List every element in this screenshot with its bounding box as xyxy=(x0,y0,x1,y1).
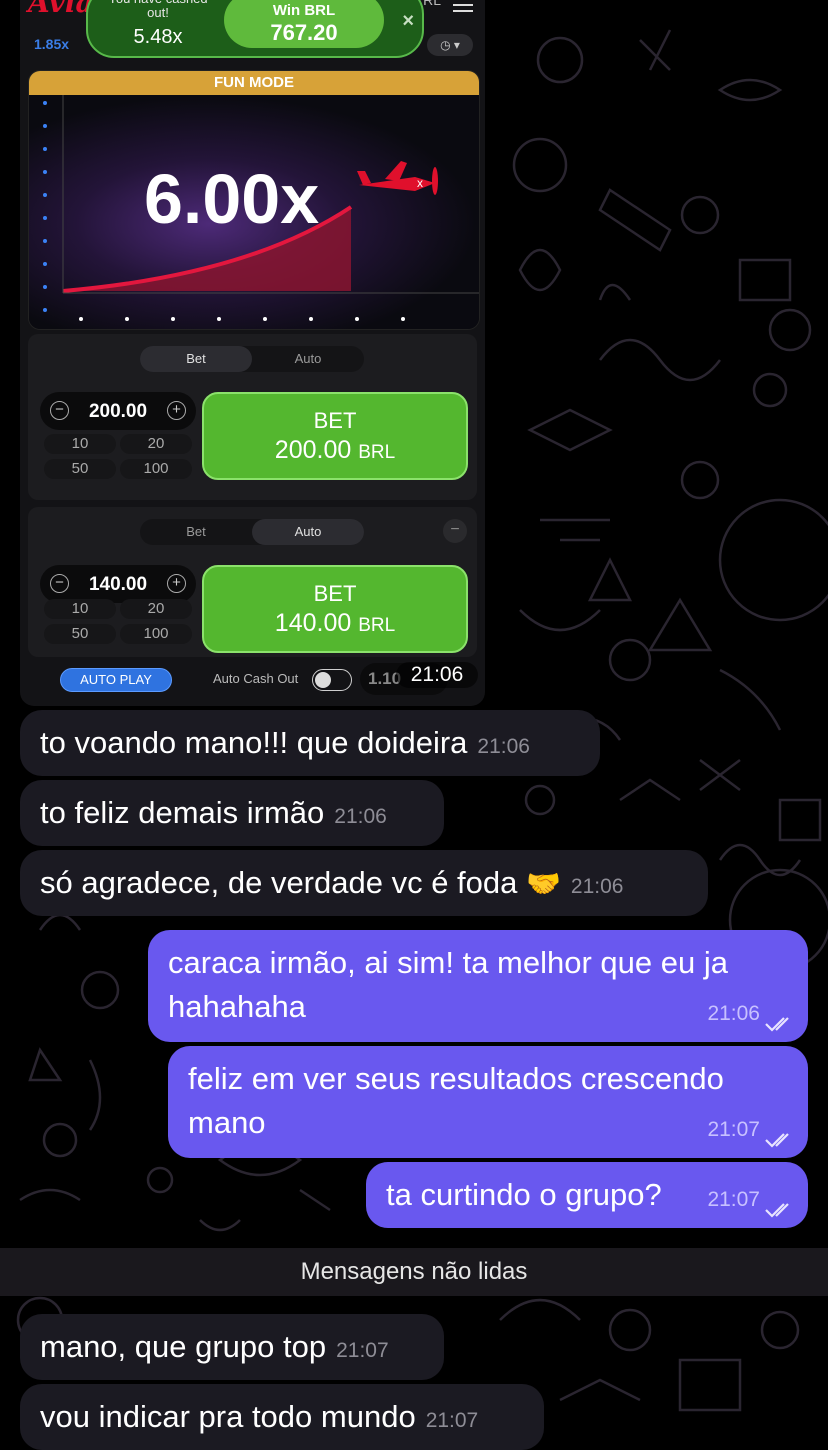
win-label: Win BRL xyxy=(272,2,336,19)
tab-bet[interactable]: Bet xyxy=(140,519,252,545)
quick-amount-chip[interactable]: 100 xyxy=(120,459,192,479)
bet-panel-2: Bet Auto − − 140.00 + 10 20 50 100 BET 1… xyxy=(28,507,477,657)
quick-amount-chip[interactable]: 100 xyxy=(120,624,192,644)
quick-amount-chip[interactable]: 10 xyxy=(44,434,116,454)
message-text: to feliz demais irmão xyxy=(40,795,325,830)
balance-currency: RL xyxy=(423,0,441,8)
plus-button[interactable]: + xyxy=(167,401,186,420)
aviator-game-screenshot: Aviator 1.85x RL ◷ ▾ You have cashed out… xyxy=(20,0,485,706)
read-ticks-icon xyxy=(765,1017,789,1032)
flight-stage: FUN MODE 6.00x x xyxy=(28,70,480,330)
unread-messages-divider: Mensagens não lidas xyxy=(0,1248,828,1296)
message-text: feliz em ver seus resultados crescendo m… xyxy=(188,1061,724,1140)
read-ticks-icon xyxy=(765,1133,789,1148)
auto-play-button[interactable]: AUTO PLAY xyxy=(60,668,172,692)
message-time: 21:07 xyxy=(425,1409,479,1432)
quick-amount-chip[interactable]: 50 xyxy=(44,624,116,644)
bet-button[interactable]: BET 200.00 BRL xyxy=(202,392,468,480)
message-bubble-incoming[interactable]: só agradece, de verdade vc é foda 🤝 21:06 xyxy=(20,850,708,916)
message-text: to voando mano!!! que doideira xyxy=(40,725,468,760)
bet-button-currency: BRL xyxy=(358,442,396,463)
tab-auto[interactable]: Auto xyxy=(252,519,364,545)
message-bubble-incoming[interactable]: mano, que grupo top 21:07 xyxy=(20,1314,444,1380)
bet-button-label: BET xyxy=(313,408,357,433)
cashed-out-label: You have cashed out! xyxy=(108,0,207,20)
bet-mode-switch: Bet Auto xyxy=(140,519,364,545)
bet-button[interactable]: BET 140.00 BRL xyxy=(202,565,468,653)
message-bubble-incoming[interactable]: to feliz demais irmão 21:06 xyxy=(20,780,444,846)
message-bubble-outgoing[interactable]: feliz em ver seus resultados crescendo m… xyxy=(168,1046,808,1158)
bet-amount-value[interactable]: 140.00 xyxy=(72,574,164,596)
tab-auto[interactable]: Auto xyxy=(252,346,364,372)
message-time: 21:07 xyxy=(707,1188,760,1211)
history-button[interactable]: ◷ ▾ xyxy=(427,34,473,56)
message-bubble-incoming[interactable]: to voando mano!!! que doideira 21:06 xyxy=(20,710,600,776)
message-time: 21:06 xyxy=(570,875,624,898)
quick-amount-chip[interactable]: 50 xyxy=(44,459,116,479)
bet-button-amount: 200.00 xyxy=(274,436,352,464)
x-axis-dots xyxy=(79,308,479,329)
svg-text:x: x xyxy=(417,176,423,190)
message-text: vou indicar pra todo mundo xyxy=(40,1399,416,1434)
message-time: 21:07 xyxy=(336,1339,389,1362)
read-ticks-icon xyxy=(765,1203,789,1218)
message-time: 21:06 xyxy=(334,805,387,828)
bet-button-amount: 140.00 xyxy=(274,609,352,637)
close-icon[interactable]: × xyxy=(402,10,414,33)
message-text: mano, que grupo top xyxy=(40,1329,327,1364)
message-time: 21:07 xyxy=(707,1118,760,1141)
bet-mode-switch: Bet Auto xyxy=(140,346,364,372)
message-text: ta curtindo o grupo? xyxy=(386,1177,662,1212)
remove-panel-button[interactable]: − xyxy=(443,519,467,543)
message-time: 21:06 xyxy=(477,735,530,758)
message-text: caraca irmão, ai sim! ta melhor que eu j… xyxy=(168,945,728,1024)
clock-icon: ◷ xyxy=(440,38,451,52)
bet-amount-stepper: − 140.00 + xyxy=(40,565,196,603)
message-bubble-outgoing[interactable]: ta curtindo o grupo? 21:07 xyxy=(366,1162,808,1228)
cashout-toast: You have cashed out! 5.48x Win BRL 767.2… xyxy=(86,0,424,58)
message-bubble-outgoing[interactable]: caraca irmão, ai sim! ta melhor que eu j… xyxy=(148,930,808,1042)
flight-multiplier: 6.00x xyxy=(144,160,320,238)
win-pill: Win BRL 767.20 xyxy=(224,0,384,48)
media-timestamp: 21:06 xyxy=(396,662,478,688)
bet-amount-value[interactable]: 200.00 xyxy=(72,401,164,423)
plus-button[interactable]: + xyxy=(167,574,186,593)
quick-amount-chip[interactable]: 10 xyxy=(44,599,116,619)
tab-bet[interactable]: Bet xyxy=(140,346,252,372)
chevron-down-icon: ▾ xyxy=(453,38,460,52)
win-amount: 767.20 xyxy=(270,20,338,45)
recent-multiplier: 1.85x xyxy=(34,36,70,52)
y-axis-dots xyxy=(43,101,49,329)
menu-icon[interactable] xyxy=(453,0,473,12)
minus-button[interactable]: − xyxy=(50,574,69,593)
bet-button-currency: BRL xyxy=(358,615,396,636)
bet-amount-stepper: − 200.00 + xyxy=(40,392,196,430)
cashed-out-multiplier: 5.48x xyxy=(133,26,183,48)
quick-amount-chip[interactable]: 20 xyxy=(120,434,192,454)
quick-amount-chip[interactable]: 20 xyxy=(120,599,192,619)
message-text: só agradece, de verdade vc é foda xyxy=(40,865,518,900)
minus-button[interactable]: − xyxy=(50,401,69,420)
plane-icon: x xyxy=(357,161,438,195)
fun-mode-banner: FUN MODE xyxy=(29,71,479,95)
bet-panel-1: Bet Auto − 200.00 + 10 20 50 100 BET 200… xyxy=(28,334,477,500)
bet-button-label: BET xyxy=(313,581,357,606)
auto-cash-out-label: Auto Cash Out xyxy=(213,671,299,686)
handshake-emoji: 🤝 xyxy=(526,868,561,899)
auto-cash-out-toggle[interactable] xyxy=(312,669,352,691)
message-time: 21:06 xyxy=(707,1002,760,1025)
message-bubble-incoming[interactable]: vou indicar pra todo mundo 21:07 xyxy=(20,1384,544,1450)
